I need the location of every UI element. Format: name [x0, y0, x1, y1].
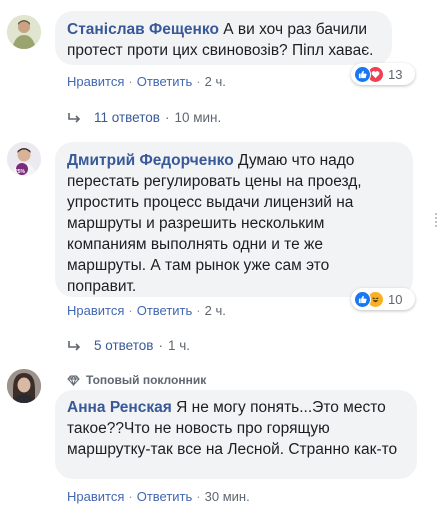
comment-actions: Нравится · Ответить · 2 ч.	[67, 303, 226, 318]
comment-actions: Нравится · Ответить · 2 ч.	[67, 74, 226, 89]
avatar-badge-text: 25%	[15, 169, 26, 175]
comment-text: Думаю что надо перестать регулировать це…	[67, 152, 362, 295]
comment-bubble: Анна Ренская Я не могу понять...Это мест…	[55, 390, 417, 479]
comment-author[interactable]: Анна Ренская	[67, 399, 172, 416]
separator-dot: ·	[158, 338, 163, 353]
replies-count[interactable]: 5 ответов	[94, 338, 153, 353]
comment-author[interactable]: Станіслав Фещенко	[67, 21, 219, 38]
separator-dot: ·	[196, 489, 201, 504]
reply-button[interactable]: Ответить	[137, 489, 193, 504]
badge-label: Топовый поклонник	[86, 373, 207, 387]
avatar-photo	[7, 15, 41, 49]
reaction-summary[interactable]: 13	[351, 63, 415, 85]
comment-author[interactable]: Дмитрий Федорченко	[67, 152, 234, 169]
reaction-count: 10	[388, 291, 403, 307]
comment-actions: Нравится · Ответить · 30 мин.	[67, 489, 250, 504]
comment-time[interactable]: 2 ч.	[205, 303, 226, 318]
separator-dot: ·	[196, 303, 201, 318]
separator-dot: ·	[196, 74, 201, 89]
top-fan-badge: Топовый поклонник	[67, 373, 206, 387]
separator-dot: ·	[128, 74, 133, 89]
reply-button[interactable]: Ответить	[137, 74, 193, 89]
like-reaction-icon	[354, 290, 371, 308]
avatar-photo	[7, 369, 41, 403]
comment-time[interactable]: 30 мин.	[205, 489, 250, 504]
comment-bubble: Дмитрий Федорченко Думаю что надо перест…	[55, 142, 413, 297]
reply-arrow-icon	[68, 340, 81, 351]
diamond-badge-icon	[67, 374, 80, 386]
replies-count[interactable]: 11 ответов	[94, 110, 160, 125]
avatar[interactable]	[7, 369, 41, 403]
separator-dot: ·	[164, 110, 170, 125]
reaction-count: 13	[388, 66, 403, 82]
like-reaction-icon	[354, 65, 371, 83]
separator-dot: ·	[128, 489, 133, 504]
like-button[interactable]: Нравится	[67, 489, 124, 504]
separator-dot: ·	[128, 303, 133, 318]
reply-button[interactable]: Ответить	[137, 303, 193, 318]
comment-time[interactable]: 2 ч.	[205, 74, 226, 89]
like-button[interactable]: Нравится	[67, 74, 124, 89]
comment-bubble: Станіслав Фещенко А ви хоч раз бачили пр…	[55, 11, 392, 65]
scroll-indicator[interactable]	[435, 213, 439, 227]
view-replies-link[interactable]: 11 ответов · 10 мин.	[68, 110, 221, 125]
view-replies-link[interactable]: 5 ответов · 1 ч.	[68, 338, 190, 353]
reply-arrow-icon	[68, 112, 81, 123]
replies-time: 10 мин.	[174, 110, 222, 125]
replies-time: 1 ч.	[167, 338, 190, 353]
avatar[interactable]	[7, 15, 41, 49]
reaction-summary[interactable]: 10	[351, 288, 415, 310]
like-button[interactable]: Нравится	[67, 303, 124, 318]
